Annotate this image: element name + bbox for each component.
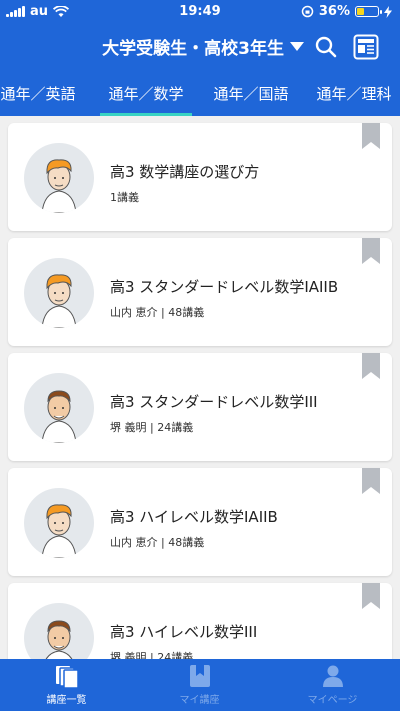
instructor-avatar <box>24 258 94 328</box>
rotation-lock-icon <box>301 5 314 18</box>
bottom-nav: 講座一覧 マイ講座 マイページ <box>0 659 400 711</box>
tab-math[interactable]: 通年／数学 <box>100 70 192 116</box>
instructor-avatar <box>24 603 94 659</box>
subject-tabs: 通年／英語 通年／数学 通年／国語 通年／理科 <box>0 70 400 116</box>
app-header: 大学受験生・高校3年生 <box>0 24 400 70</box>
bookmark-icon[interactable] <box>362 123 380 149</box>
tab-science[interactable]: 通年／理科 <box>308 70 400 116</box>
instructor-illustration-icon <box>41 504 77 558</box>
instructor-illustration-icon <box>41 274 77 328</box>
course-card[interactable]: 高3 ハイレベル数学III 堺 義明 | 24講義 <box>8 583 392 659</box>
tab-japanese[interactable]: 通年／国語 <box>205 70 297 116</box>
caret-down-icon <box>290 41 304 51</box>
course-title: 高3 スタンダードレベル数学IAIIB <box>110 278 339 296</box>
instructor-illustration-icon <box>45 620 73 659</box>
nav-label: マイページ <box>307 695 358 706</box>
charging-icon <box>384 5 392 18</box>
books-icon <box>55 666 79 688</box>
search-button[interactable] <box>311 32 341 62</box>
person-icon <box>322 665 343 687</box>
nav-label: 講座一覧 <box>46 695 87 706</box>
news-button[interactable] <box>351 32 381 62</box>
bookmark-icon[interactable] <box>362 468 380 494</box>
instructor-illustration-icon <box>41 390 77 443</box>
bookmark-icon[interactable] <box>362 238 380 264</box>
nav-course-list[interactable]: 講座一覧 <box>0 659 133 711</box>
course-title: 高3 数学講座の選び方 <box>110 163 260 181</box>
course-card[interactable]: 高3 ハイレベル数学IAIIB 山内 恵介 | 48講義 <box>8 468 392 576</box>
instructor-avatar <box>24 373 94 443</box>
course-meta: 1講義 <box>110 191 139 204</box>
instructor-illustration-icon <box>41 159 77 213</box>
course-title: 高3 ハイレベル数学IAIIB <box>110 508 278 526</box>
search-icon <box>315 36 337 58</box>
course-list: 高3 数学講座の選び方 1講義 高3 スタンダードレベル数学IAIIB 山内 恵… <box>0 116 400 659</box>
course-title: 高3 ハイレベル数学III <box>110 623 258 641</box>
course-meta: 堺 義明 | 24講義 <box>110 651 194 659</box>
course-meta: 山内 恵介 | 48講義 <box>110 536 205 549</box>
course-meta: 山内 恵介 | 48講義 <box>110 306 205 319</box>
instructor-avatar <box>24 488 94 558</box>
newspaper-icon <box>353 34 379 60</box>
nav-label: マイ講座 <box>179 695 220 706</box>
instructor-avatar <box>24 143 94 213</box>
course-card[interactable]: 高3 スタンダードレベル数学IAIIB 山内 恵介 | 48講義 <box>8 238 392 346</box>
course-card[interactable]: 高3 スタンダードレベル数学III 堺 義明 | 24講義 <box>8 353 392 461</box>
tab-english[interactable]: 通年／英語 <box>0 70 84 116</box>
grade-selector[interactable]: 大学受験生・高校3年生 <box>102 34 304 59</box>
battery-icon <box>355 6 382 17</box>
nav-my-page[interactable]: マイページ <box>266 659 399 711</box>
bookmark-book-icon <box>189 665 210 687</box>
nav-my-courses[interactable]: マイ講座 <box>133 659 266 711</box>
course-card[interactable]: 高3 数学講座の選び方 1講義 <box>8 123 392 231</box>
bookmark-icon[interactable] <box>362 583 380 609</box>
bookmark-icon[interactable] <box>362 353 380 379</box>
battery-percent: 36% <box>318 4 350 19</box>
status-right: 36% <box>301 4 392 19</box>
course-title: 高3 スタンダードレベル数学III <box>110 393 318 411</box>
header-title: 大学受験生・高校3年生 <box>102 39 284 59</box>
course-meta: 堺 義明 | 24講義 <box>110 421 194 434</box>
status-bar: au 19:49 36% <box>0 0 400 24</box>
